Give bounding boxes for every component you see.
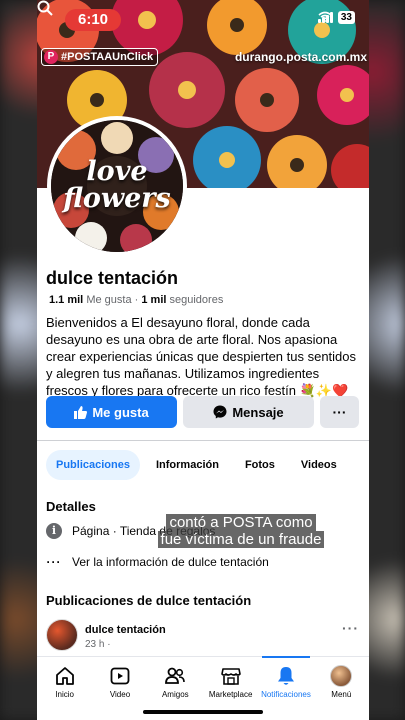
- stats-separator: ·: [134, 294, 139, 306]
- like-button[interactable]: Me gusta: [46, 396, 177, 428]
- followers-count[interactable]: 1 mil: [141, 294, 166, 306]
- followers-label: seguidores: [169, 294, 224, 306]
- profile-tabs: Publicaciones Información Fotos Videos: [46, 450, 347, 480]
- posta-logo-icon: P: [44, 50, 58, 64]
- posta-tag: P #POSTAAUnClick: [41, 48, 159, 66]
- avatar-text-flowers: flowers: [63, 183, 171, 214]
- nav-inicio[interactable]: Inicio: [37, 657, 92, 720]
- menu-avatar: [330, 665, 353, 687]
- nav-label-marketplace: Marketplace: [208, 690, 253, 699]
- nav-label-inicio: Inicio: [55, 690, 74, 699]
- post-timestamp: 23 h ·: [85, 639, 111, 650]
- friends-icon: [165, 667, 186, 684]
- info-icon: i: [46, 523, 62, 539]
- profile-avatar[interactable]: love flowers: [47, 116, 187, 256]
- nav-label-video: Video: [109, 690, 131, 699]
- nav-label-amigos: Amigos: [161, 690, 189, 699]
- phone-screen: 6:10 33 P #POSTAAUnClick durango.posta.c…: [37, 0, 369, 720]
- posts-title: Publicaciones de dulce tentación: [46, 593, 252, 608]
- post-more-button[interactable]: ···: [342, 620, 359, 636]
- thumbs-up-icon: [74, 405, 88, 419]
- status-icons: 33: [317, 11, 355, 24]
- nav-label-menu: Menú: [331, 690, 352, 699]
- marketplace-icon: [220, 668, 241, 685]
- nav-video[interactable]: Video: [92, 657, 147, 720]
- page-title: dulce tentación: [46, 268, 179, 288]
- more-options-button[interactable]: ···: [320, 396, 359, 428]
- tab-informacion[interactable]: Información: [146, 450, 229, 480]
- messenger-icon: [213, 405, 227, 419]
- more-info-row[interactable]: ··· Ver la información de dulce tentació…: [46, 555, 269, 569]
- video-caption: contó a POSTA como fue víctima de un fra…: [149, 514, 333, 548]
- post-author-name[interactable]: dulce tentación: [85, 624, 166, 636]
- posta-hashtag: #POSTAAUnClick: [61, 51, 154, 63]
- like-button-label: Me gusta: [92, 404, 149, 420]
- section-divider: [37, 440, 369, 441]
- caption-line-2: fue víctima de un fraude: [157, 531, 325, 548]
- tab-publicaciones[interactable]: Publicaciones: [46, 450, 140, 480]
- home-icon: [55, 667, 74, 685]
- battery-icon: 33: [337, 11, 355, 24]
- more-info-text: Ver la información de dulce tentación: [72, 555, 269, 569]
- message-button-label: Mensaje: [232, 404, 284, 420]
- post-author-avatar[interactable]: [46, 619, 78, 651]
- page-stats: 1.1 mil Me gusta · 1 mil seguidores: [49, 294, 223, 306]
- likes-count[interactable]: 1.1 mil: [49, 294, 83, 306]
- avatar-text-love: love: [86, 156, 148, 187]
- status-time: 6:10: [65, 9, 121, 31]
- bell-icon: [277, 667, 294, 685]
- search-icon[interactable]: [37, 0, 53, 16]
- avatar-logo-text: love flowers: [51, 158, 183, 212]
- site-url: durango.posta.com.mx: [234, 50, 367, 64]
- home-indicator: [143, 710, 263, 714]
- message-button[interactable]: Mensaje: [183, 396, 314, 428]
- page-bio: Bienvenidos a El desayuno floral, donde …: [46, 315, 357, 398]
- wifi-icon: [318, 11, 332, 22]
- likes-label: Me gusta: [86, 294, 132, 306]
- tab-fotos[interactable]: Fotos: [235, 450, 285, 480]
- details-title: Detalles: [46, 499, 96, 514]
- video-icon: [110, 667, 130, 685]
- nav-menu[interactable]: Menú: [314, 657, 369, 720]
- nav-label-notificaciones: Notificaciones: [261, 690, 311, 699]
- tab-videos[interactable]: Videos: [291, 450, 347, 480]
- caption-line-1: contó a POSTA como: [166, 514, 316, 531]
- nav-notificaciones[interactable]: Notificaciones: [258, 656, 313, 720]
- more-dots-icon: ···: [46, 555, 62, 569]
